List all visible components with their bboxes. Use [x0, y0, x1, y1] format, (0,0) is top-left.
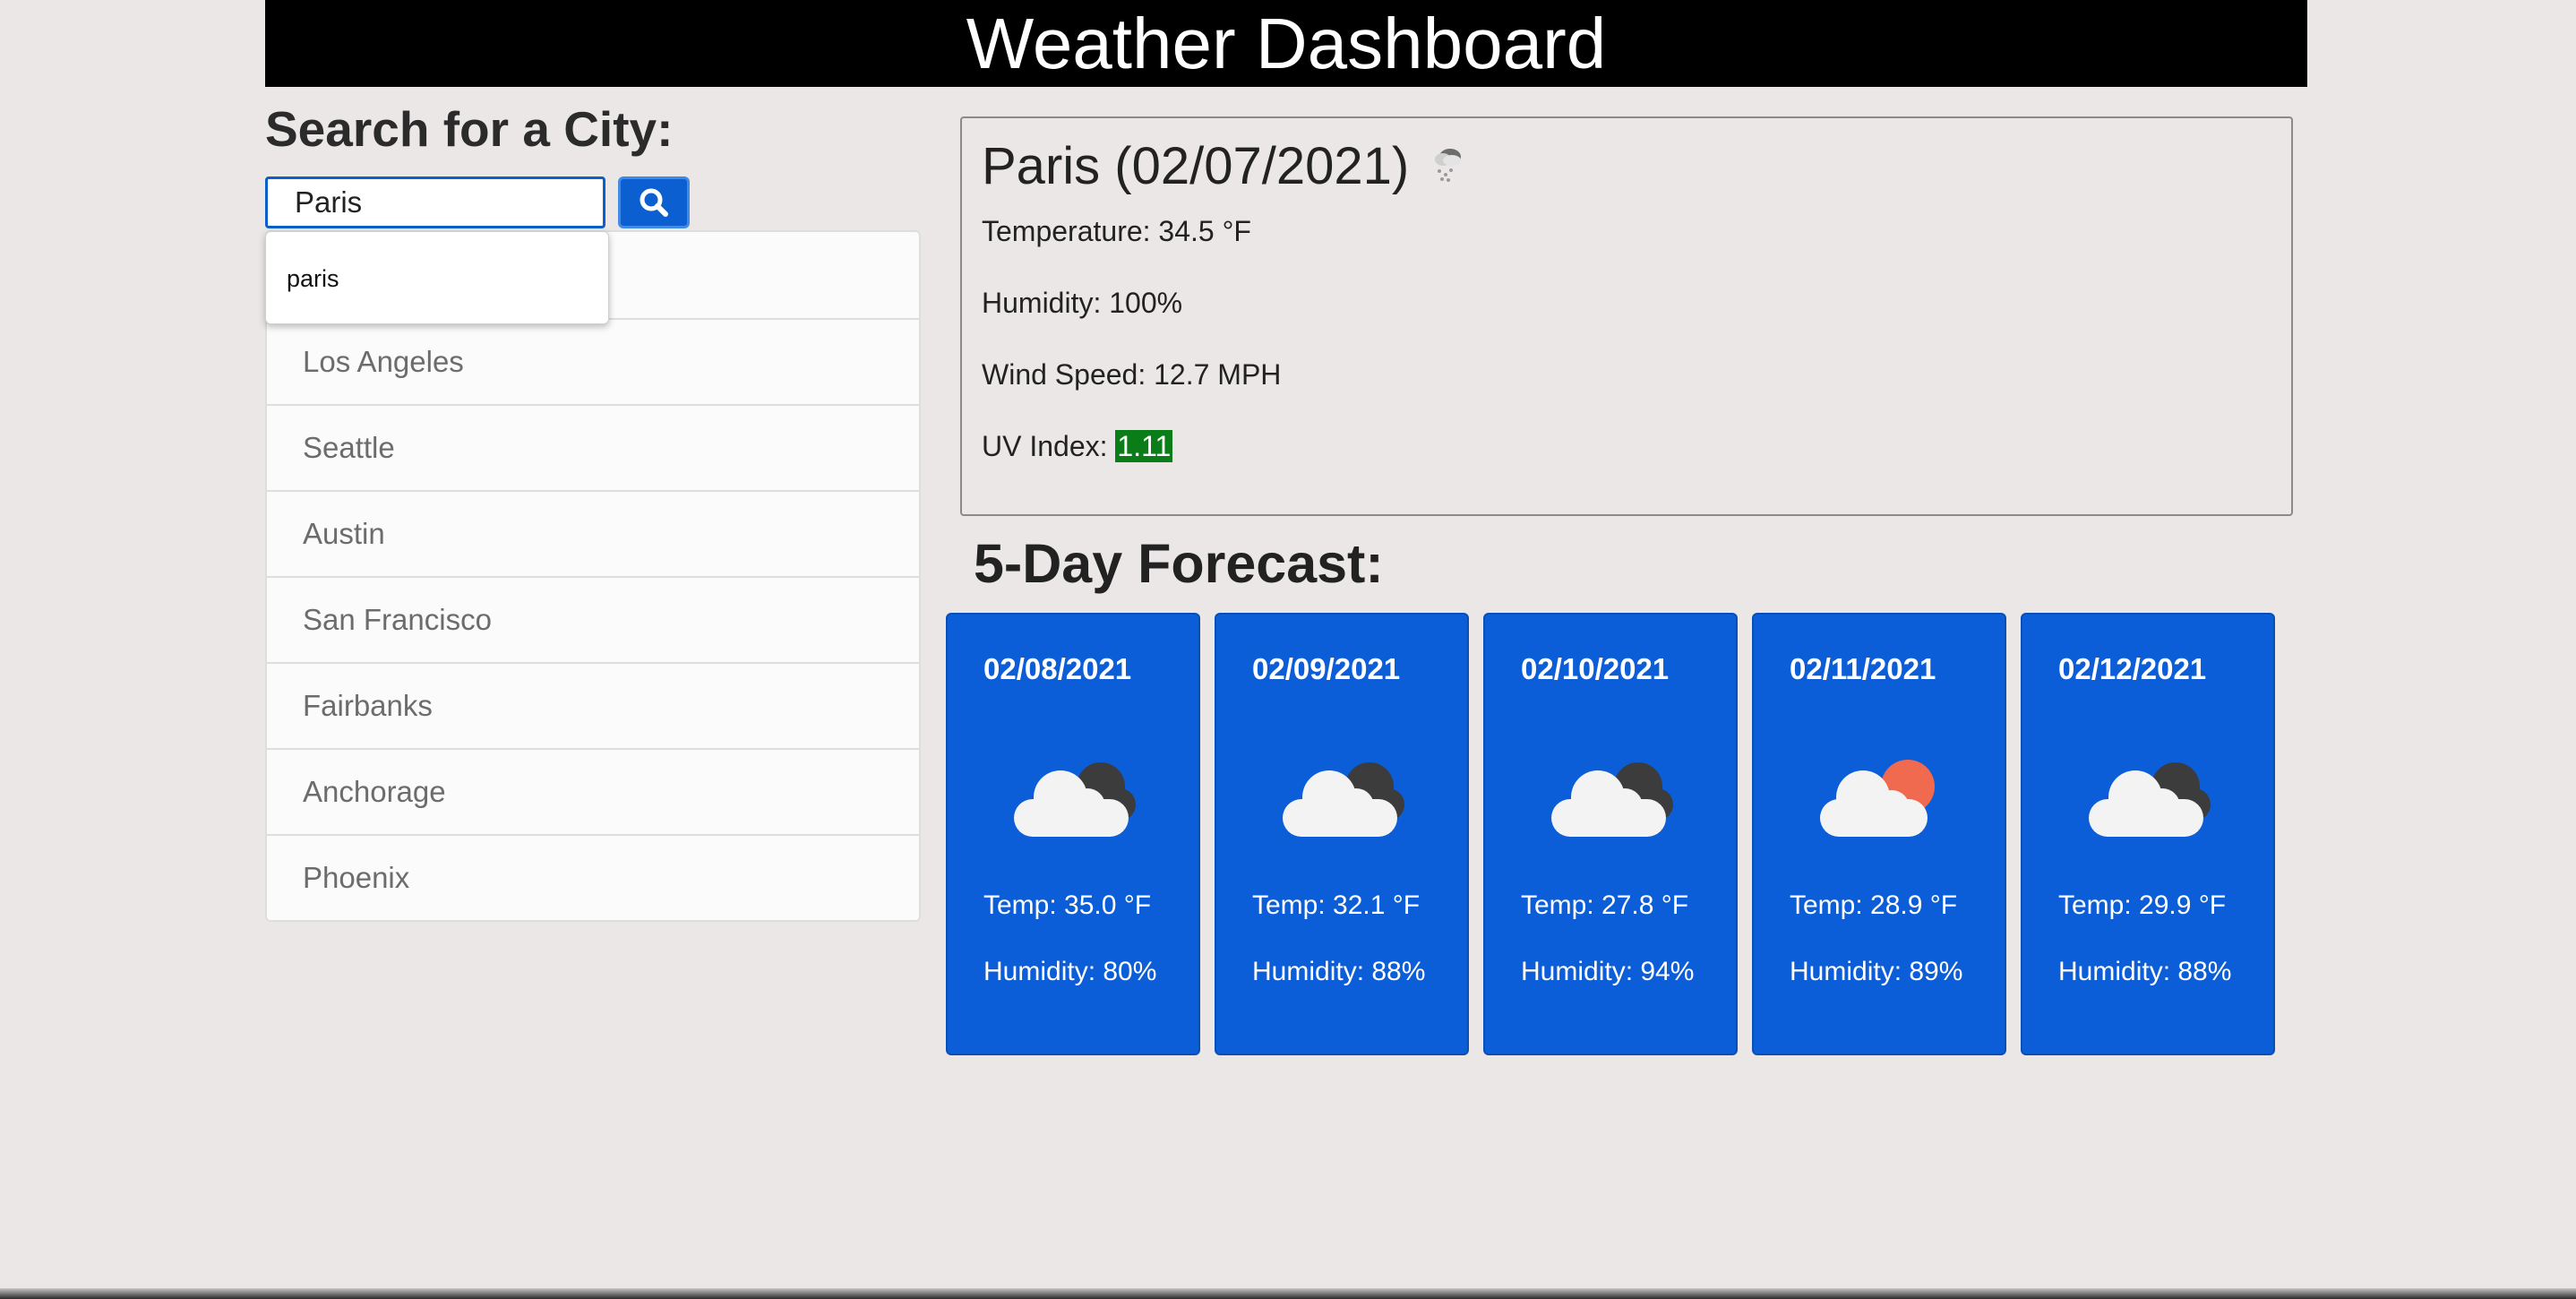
temperature-text: Temperature: 34.5 °F: [982, 215, 1251, 247]
forecast-card: 02/12/2021 Temp: 29.9 °F Humidity: 88%: [2021, 613, 2275, 1055]
autocomplete-suggestion[interactable]: paris: [266, 232, 608, 325]
forecast-humidity: Humidity: 89%: [1790, 957, 1963, 986]
history-city-item[interactable]: Austin: [267, 490, 919, 576]
forecast-temp: Temp: 32.1 °F: [1252, 890, 1421, 920]
forecast-temp: Temp: 29.9 °F: [2058, 890, 2227, 920]
search-icon: [640, 188, 668, 217]
autocomplete-dropdown: paris: [265, 231, 609, 324]
uv-index-badge: 1.11: [1115, 430, 1173, 462]
cloudy-night-icon: [1275, 754, 1410, 848]
history-city-item[interactable]: Seattle: [267, 404, 919, 490]
cloudy-night-icon: [2082, 754, 2216, 848]
forecast-title: 5-Day Forecast:: [974, 533, 1384, 594]
forecast-temp: Temp: 27.8 °F: [1521, 890, 1689, 920]
page-title: Weather Dashboard: [966, 4, 1607, 83]
partly-cloudy-day-icon: [1813, 754, 1947, 848]
humidity-text: Humidity: 100%: [982, 287, 1183, 319]
forecast-date: 02/09/2021: [1252, 652, 1401, 685]
forecast-card: 02/10/2021 Temp: 27.8 °F Humidity: 94%: [1483, 613, 1738, 1055]
current-weather-title: Paris (02/07/2021): [982, 136, 1468, 196]
forecast-temp: Temp: 28.9 °F: [1790, 890, 1958, 920]
forecast-humidity: Humidity: 80%: [983, 957, 1157, 986]
forecast-date: 02/11/2021: [1790, 652, 1936, 685]
current-weather-card: Paris (02/07/2021) Temperature: 34.5 °F …: [960, 116, 2293, 516]
history-city-item[interactable]: Fairbanks: [267, 662, 919, 748]
uv-index-label: UV Index:: [982, 430, 1116, 462]
city-date-heading: Paris (02/07/2021): [982, 137, 1410, 195]
forecast-humidity: Humidity: 94%: [1521, 957, 1695, 986]
cloudy-night-icon: [1007, 754, 1141, 848]
wind-speed-text: Wind Speed: 12.7 MPH: [982, 358, 1282, 391]
forecast-date: 02/10/2021: [1521, 652, 1670, 685]
forecast-date: 02/08/2021: [983, 652, 1132, 685]
light-snow-icon: [1427, 136, 1468, 196]
forecast-date: 02/12/2021: [2058, 652, 2207, 685]
forecast-card: 02/08/2021 Temp: 35.0 °F Humidity: 80%: [946, 613, 1200, 1055]
forecast-card: 02/09/2021 Temp: 32.1 °F Humidity: 88%: [1215, 613, 1469, 1055]
history-city-item[interactable]: Los Angeles: [267, 318, 919, 404]
window-bottom-edge: [0, 1288, 2576, 1299]
forecast-humidity: Humidity: 88%: [1252, 957, 1426, 986]
forecast-temp: Temp: 35.0 °F: [983, 890, 1152, 920]
history-city-item[interactable]: Anchorage: [267, 748, 919, 834]
cloudy-night-icon: [1544, 754, 1679, 848]
city-search-input[interactable]: [265, 176, 605, 228]
forecast-humidity: Humidity: 88%: [2058, 957, 2232, 986]
search-history-list: Los Angeles Seattle Austin San Francisco…: [265, 230, 921, 922]
search-title: Search for a City:: [265, 101, 674, 157]
history-city-item[interactable]: San Francisco: [267, 576, 919, 662]
forecast-card: 02/11/2021 Temp: 28.9 °F Humidity: 89%: [1752, 613, 2006, 1055]
history-city-item[interactable]: Phoenix: [267, 834, 919, 920]
search-button[interactable]: [618, 176, 690, 228]
uv-index-row: UV Index: 1.11: [982, 430, 1173, 463]
page-header: Weather Dashboard: [265, 0, 2307, 87]
